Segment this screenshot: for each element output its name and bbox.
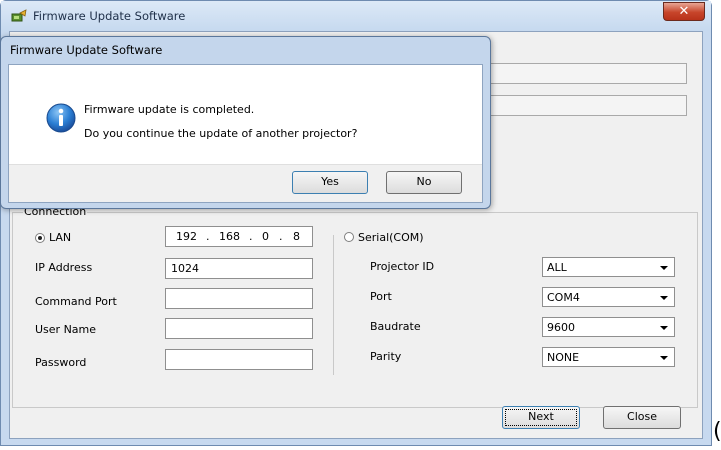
projector-id-label: Projector ID — [370, 260, 435, 273]
dialog-message-line-2: Do you continue the update of another pr… — [84, 127, 358, 140]
command-port-label: Command Port — [35, 295, 117, 308]
password-label: Password — [35, 356, 87, 369]
yes-button[interactable]: Yes — [292, 171, 368, 194]
main-window-title: Firmware Update Software — [33, 9, 186, 23]
baudrate-label: Baudrate — [370, 320, 421, 333]
projector-id-value: ALL — [547, 261, 567, 274]
chevron-down-icon — [660, 296, 668, 300]
dialog-body: Firmware update is completed. Do you con… — [8, 64, 483, 203]
ip-octet-1: 192 — [176, 230, 197, 243]
baudrate-select[interactable]: 9600 — [542, 317, 675, 337]
dialog-message-line-1: Firmware update is completed. — [84, 103, 255, 116]
no-button[interactable]: No — [386, 171, 462, 194]
user-name-field[interactable] — [165, 288, 313, 309]
password-field-2[interactable] — [165, 349, 313, 370]
close-button[interactable]: Close — [603, 406, 681, 429]
command-port-value: 1024 — [171, 262, 199, 275]
hidden-field-2[interactable] — [488, 95, 687, 116]
user-name-label: User Name — [35, 323, 97, 336]
lan-label: LAN — [49, 231, 72, 244]
partial-background-glyph: ( — [713, 419, 721, 444]
serial-radio[interactable] — [344, 232, 354, 242]
window-close-button[interactable]: ✕ — [663, 2, 705, 21]
projector-id-select[interactable]: ALL — [542, 257, 675, 277]
lan-radio[interactable] — [35, 233, 45, 243]
port-label: Port — [370, 290, 392, 303]
ip-dot-3: . — [279, 230, 283, 243]
hidden-field-1[interactable] — [488, 63, 687, 84]
no-button-label: No — [416, 175, 432, 188]
parity-value: NONE — [547, 351, 580, 364]
ip-octet-3: 0 — [262, 230, 269, 243]
info-icon — [46, 103, 76, 133]
yes-button-label: Yes — [321, 175, 339, 188]
baudrate-value: 9600 — [547, 321, 575, 334]
port-value: COM4 — [547, 291, 580, 304]
port-select[interactable]: COM4 — [542, 287, 675, 307]
ip-octet-2: 168 — [219, 230, 240, 243]
connection-group: Connection LAN 192 . 168 . 0 . 8 IP Addr… — [12, 206, 698, 408]
next-button[interactable]: Next — [502, 406, 580, 429]
close-icon: ✕ — [678, 4, 690, 19]
main-titlebar[interactable]: Firmware Update Software ✕ — [1, 1, 711, 31]
command-port-field[interactable]: 1024 — [165, 258, 313, 279]
vertical-separator — [333, 235, 334, 375]
ip-octet-4: 8 — [293, 230, 300, 243]
ip-dot-1: . — [206, 230, 210, 243]
app-icon — [11, 9, 27, 22]
password-field[interactable] — [165, 318, 313, 339]
ip-address-field[interactable]: 192 . 168 . 0 . 8 — [165, 226, 313, 247]
chevron-down-icon — [660, 356, 668, 360]
message-dialog: Firmware Update Software Firmware update… — [0, 36, 491, 209]
parity-label: Parity — [370, 350, 402, 363]
dialog-title: Firmware Update Software — [10, 43, 163, 57]
next-button-label: Next — [528, 410, 554, 423]
close-button-label: Close — [627, 410, 657, 423]
serial-label: Serial(COM) — [358, 231, 424, 244]
chevron-down-icon — [660, 326, 668, 330]
dialog-footer: Yes No — [9, 164, 482, 202]
ip-dot-2: . — [249, 230, 253, 243]
ip-address-label: IP Address — [35, 261, 93, 274]
parity-select[interactable]: NONE — [542, 347, 675, 367]
chevron-down-icon — [660, 266, 668, 270]
